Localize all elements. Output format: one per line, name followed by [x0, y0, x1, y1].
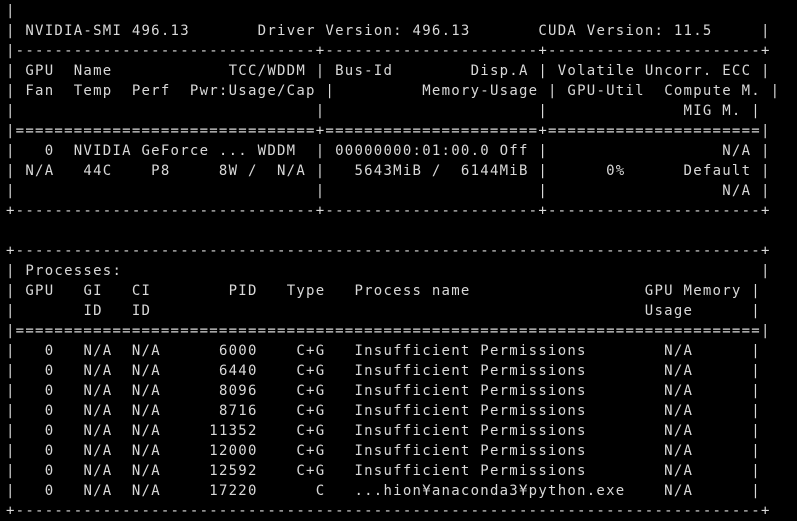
table-row: | 0 N/A N/A 6000 C+G Insufficient Permis…: [6, 343, 761, 359]
col-c-header-2: GPU-Util Compute M.: [567, 83, 761, 99]
header-line: | NVIDIA-SMI 496.13 Driver Version: 496.…: [6, 23, 771, 39]
column-header-row-1: | GPU Name TCC/WDDM | Bus-Id Disp.A | Vo…: [6, 63, 771, 79]
process-row-3: 0 N/A N/A 8716 C+G Insufficient Permissi…: [15, 403, 752, 419]
process-row-0: 0 N/A N/A 6000 C+G Insufficient Permissi…: [15, 343, 752, 359]
processes-header-text-1: GPU GI CI PID Type Process name GPU Memo…: [15, 283, 752, 299]
divider-thin: |-------------------------------+-------…: [6, 43, 771, 59]
col-b-header-2: Memory-Usage: [344, 83, 539, 99]
smi-version: NVIDIA-SMI 496.13: [25, 23, 190, 39]
processes-header-2: | ID ID Usage |: [6, 303, 761, 319]
gpu-row-line-2: | N/A 44C P8 8W / N/A | 5643MiB / 6144Mi…: [6, 163, 771, 179]
processes-header-1: | GPU GI CI PID Type Process name GPU Me…: [6, 283, 761, 299]
cuda-version: CUDA Version: 11.5: [538, 23, 713, 39]
table-row: | 0 N/A N/A 12000 C+G Insufficient Permi…: [6, 443, 761, 459]
column-header-row-2: | Fan Temp Perf Pwr:Usage/Cap | Memory-U…: [6, 83, 781, 99]
processes-header-text-2: ID ID Usage: [15, 303, 752, 319]
gpu0-mig: N/A: [557, 183, 752, 199]
gpu0-memory-usage: 5643MiB / 6144MiB: [335, 163, 529, 179]
processes-top-border: +---------------------------------------…: [6, 243, 771, 259]
gpu-row-line-3: | | | N/A |: [6, 183, 771, 199]
col-a-header-1: GPU Name TCC/WDDM: [25, 63, 307, 79]
table-row: | 0 N/A N/A 6440 C+G Insufficient Permis…: [6, 363, 761, 379]
col-b-header-1: Bus-Id Disp.A: [335, 63, 529, 79]
process-row-1: 0 N/A N/A 6440 C+G Insufficient Permissi…: [15, 363, 752, 379]
column-header-row-3: | | | MIG M. |: [6, 103, 761, 119]
table-row: | 0 N/A N/A 8096 C+G Insufficient Permis…: [6, 383, 761, 399]
processes-divider: |=======================================…: [6, 323, 771, 339]
processes-bottom-border: +---------------------------------------…: [6, 503, 771, 519]
col-c-header-1: Volatile Uncorr. ECC: [557, 63, 752, 79]
col-c-header-3: MIG M.: [557, 103, 742, 119]
terminal-window[interactable]: | | NVIDIA-SMI 496.13 Driver Version: 496…: [0, 0, 797, 521]
table-row: | 0 N/A N/A 12592 C+G Insufficient Permi…: [6, 463, 761, 479]
processes-title: Processes:: [25, 263, 123, 279]
gpu0-util-compute: 0% Default: [557, 163, 752, 179]
gpu0-name: 0 NVIDIA GeForce ... WDDM: [25, 143, 297, 159]
process-row-2: 0 N/A N/A 8096 C+G Insufficient Permissi…: [15, 383, 752, 399]
process-row-5: 0 N/A N/A 12000 C+G Insufficient Permiss…: [15, 443, 752, 459]
processes-title-line: | Processes: |: [6, 263, 771, 279]
top-border: |: [6, 3, 16, 19]
table-row: | 0 N/A N/A 8716 C+G Insufficient Permis…: [6, 403, 761, 419]
table-row: | 0 N/A N/A 17220 C ...hion¥anaconda3¥py…: [6, 483, 761, 499]
table-row: | 0 N/A N/A 11352 C+G Insufficient Permi…: [6, 423, 761, 439]
gpu-row-line-1: | 0 NVIDIA GeForce ... WDDM | 00000000:0…: [6, 143, 771, 159]
gpu0-stats: N/A 44C P8 8W / N/A: [25, 163, 307, 179]
process-row-4: 0 N/A N/A 11352 C+G Insufficient Permiss…: [15, 423, 752, 439]
process-row-6: 0 N/A N/A 12592 C+G Insufficient Permiss…: [15, 463, 752, 479]
process-row-7: 0 N/A N/A 17220 C ...hion¥anaconda3¥pyth…: [15, 483, 752, 499]
nvidia-smi-output: | | NVIDIA-SMI 496.13 Driver Version: 496…: [6, 1, 780, 521]
gpu0-ecc: N/A: [557, 143, 752, 159]
divider-double: |===============================+=======…: [6, 123, 771, 139]
gpu-table-bottom: +-------------------------------+-------…: [6, 203, 771, 219]
gpu0-bus-id: 00000000:01:00.0 Off: [335, 143, 529, 159]
col-a-header-2: Fan Temp Perf Pwr:Usage/Cap: [25, 83, 316, 99]
driver-version: Driver Version: 496.13: [257, 23, 471, 39]
